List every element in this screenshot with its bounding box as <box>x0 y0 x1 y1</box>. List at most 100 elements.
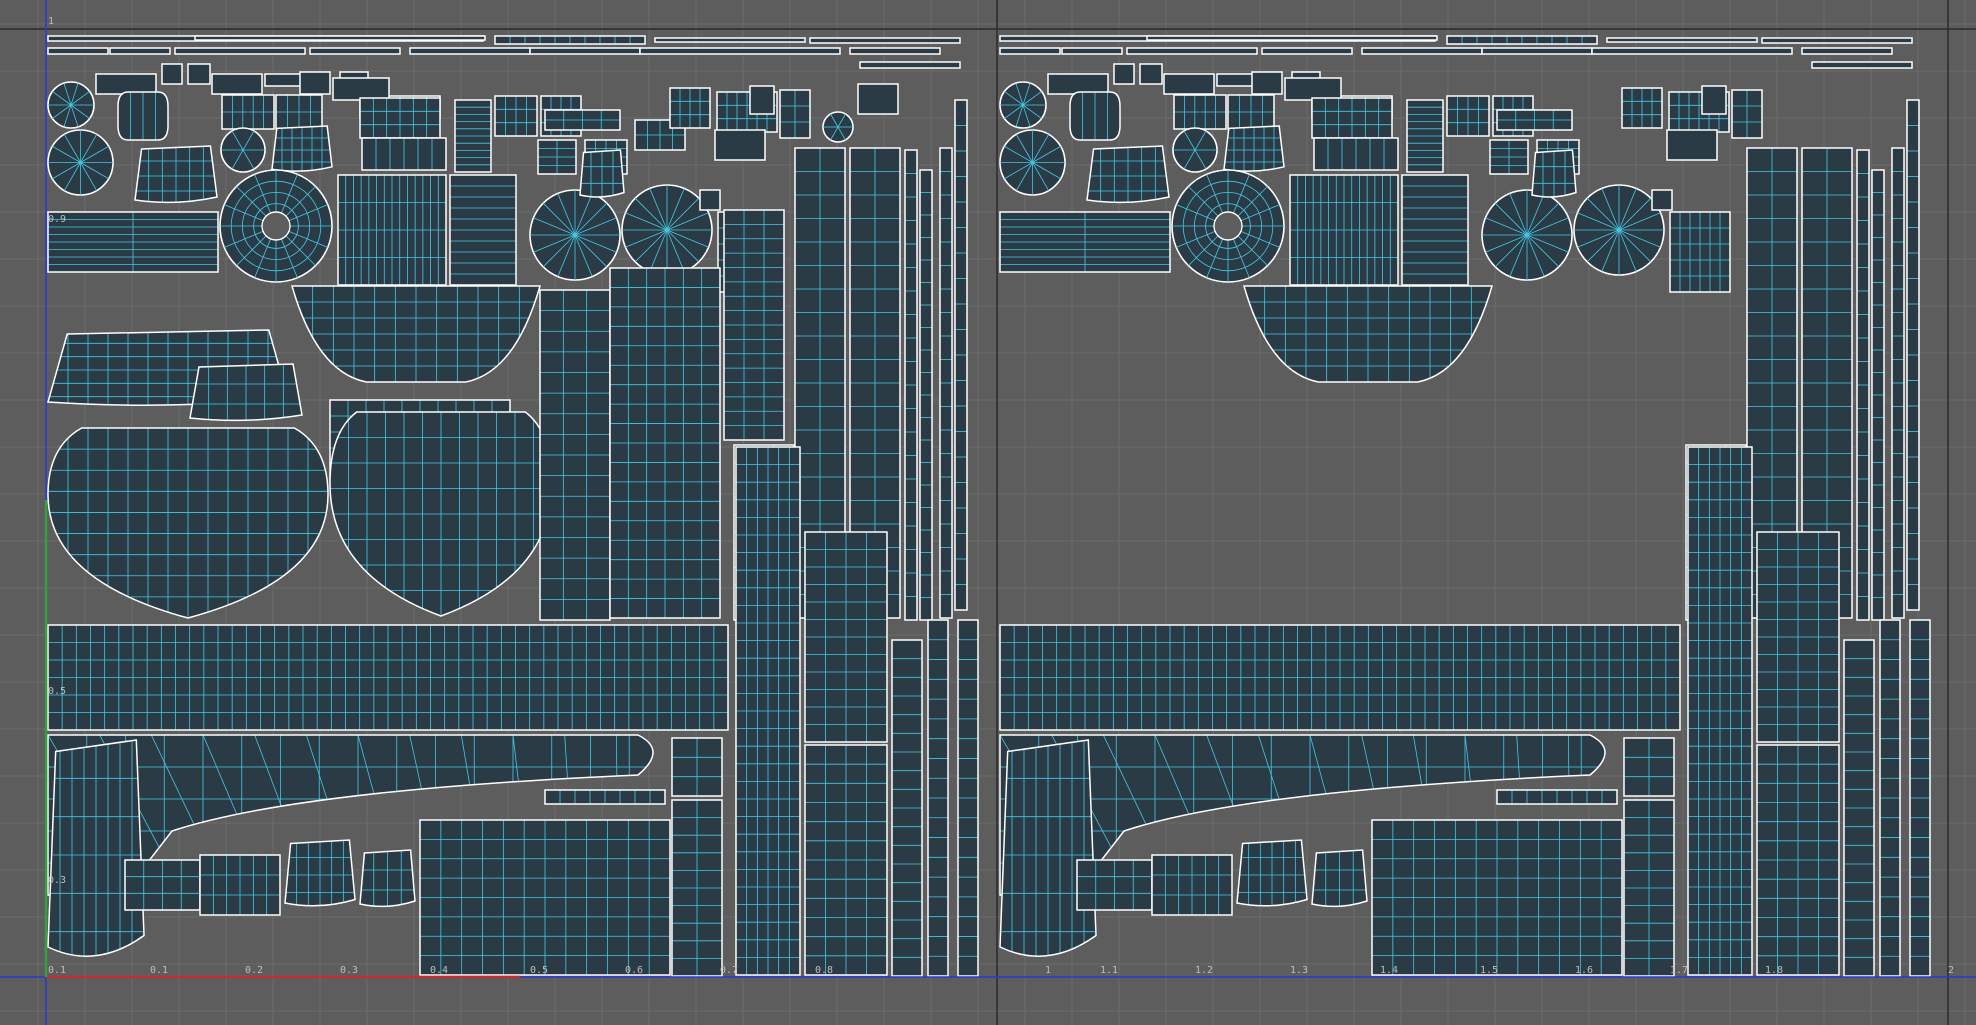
shell-34[interactable] <box>544 109 621 131</box>
shell-b50[interactable] <box>1401 174 1469 286</box>
shell-26[interactable] <box>220 127 266 173</box>
shell-69[interactable] <box>919 169 933 621</box>
shell-fill[interactable] <box>188 64 210 84</box>
shell-27[interactable] <box>271 125 333 174</box>
shell-b42[interactable] <box>1731 89 1763 139</box>
shell-45[interactable] <box>47 129 114 196</box>
shell-b79[interactable] <box>1843 639 1875 977</box>
shell-fill[interactable] <box>310 48 400 54</box>
shell-b82[interactable] <box>999 739 1097 970</box>
shell-8[interactable] <box>309 47 401 55</box>
shell-47[interactable] <box>47 211 219 273</box>
shell-b34[interactable] <box>1496 109 1573 131</box>
shell-fill[interactable] <box>1217 74 1257 86</box>
shell-48[interactable] <box>219 169 333 283</box>
shell-63[interactable] <box>609 267 721 619</box>
shell-51[interactable] <box>529 189 621 281</box>
shell-b5[interactable] <box>999 47 1061 55</box>
shell-b27[interactable] <box>1223 125 1285 174</box>
shell-b2[interactable] <box>1446 35 1598 45</box>
shell-2[interactable] <box>494 35 646 45</box>
shell-fill[interactable] <box>1127 48 1257 54</box>
shell-62[interactable] <box>539 289 611 621</box>
shell-78[interactable] <box>804 744 888 976</box>
shell-81[interactable] <box>957 619 979 977</box>
shell-fill[interactable] <box>333 78 389 100</box>
shell-fill[interactable] <box>1802 48 1892 54</box>
shell-b6[interactable] <box>1061 47 1123 55</box>
shell-b38[interactable] <box>1621 87 1663 129</box>
shell-29[interactable] <box>359 97 441 139</box>
shell-70[interactable] <box>939 147 953 619</box>
shell-80[interactable] <box>927 619 949 977</box>
shell-17[interactable] <box>161 63 183 85</box>
shell-56[interactable] <box>291 285 541 383</box>
shell-b84[interactable] <box>1151 854 1233 916</box>
shell-b76[interactable] <box>1687 446 1753 976</box>
shell-fill[interactable] <box>1667 130 1717 160</box>
shell-b10[interactable] <box>1481 47 1593 55</box>
shell-b11[interactable] <box>1591 47 1793 55</box>
shell-25[interactable] <box>275 94 323 130</box>
shell-16[interactable] <box>117 91 169 141</box>
shell-21[interactable] <box>299 71 331 95</box>
shell-b70[interactable] <box>1891 147 1905 619</box>
shell-fill[interactable] <box>1140 64 1162 84</box>
shell-b85[interactable] <box>1236 839 1308 910</box>
shell-b56[interactable] <box>1243 285 1493 383</box>
shell-fill[interactable] <box>1062 48 1122 54</box>
shell-fill[interactable] <box>1164 74 1214 94</box>
shell-54[interactable] <box>699 189 721 211</box>
shell-38[interactable] <box>669 87 711 129</box>
shell-b52[interactable] <box>1573 184 1665 276</box>
shell-b88[interactable] <box>1496 789 1618 805</box>
shell-11[interactable] <box>639 47 841 55</box>
shell-fill[interactable] <box>750 86 774 114</box>
shell-b4[interactable] <box>1761 37 1913 44</box>
shell-b75[interactable] <box>1623 799 1675 977</box>
shell-fill[interactable] <box>700 190 720 210</box>
shell-12[interactable] <box>849 47 941 55</box>
shell-68[interactable] <box>904 149 918 621</box>
shell-b29[interactable] <box>1311 97 1393 139</box>
shell-b54[interactable] <box>1651 189 1673 211</box>
shell-fill[interactable] <box>858 84 898 114</box>
shell-b18[interactable] <box>1139 63 1163 85</box>
shell-b8[interactable] <box>1261 47 1353 55</box>
shell-72[interactable] <box>47 624 729 731</box>
uv-editor-viewport[interactable]: 0.1 0.2 0.3 0.4 0.5 0.6 0.7 0.8 1 1.1 1.2 1.3 1.4 1.5… <box>0 0 1976 1025</box>
shell-b87[interactable] <box>1371 819 1623 976</box>
shell-b24[interactable] <box>1173 94 1227 130</box>
shell-b32[interactable] <box>1446 95 1490 137</box>
shell-fill[interactable] <box>1362 48 1482 54</box>
shell-hole[interactable] <box>261 211 291 241</box>
shell-58[interactable] <box>189 363 303 424</box>
shell-30[interactable] <box>361 137 447 171</box>
shell-fill[interactable] <box>850 48 940 54</box>
shell-43[interactable] <box>822 111 854 143</box>
shell-b55[interactable] <box>1669 211 1731 293</box>
shell-b16[interactable] <box>1069 91 1121 141</box>
shell-49[interactable] <box>337 174 447 286</box>
shell-fill[interactable] <box>1652 190 1672 210</box>
shell-fill[interactable] <box>300 72 330 94</box>
shell-18[interactable] <box>187 63 211 85</box>
shell-fill[interactable] <box>212 74 262 94</box>
shell-fill[interactable] <box>162 64 182 84</box>
shell-42[interactable] <box>779 89 811 139</box>
shell-84[interactable] <box>199 854 281 916</box>
shell-b80[interactable] <box>1879 619 1901 977</box>
shell-24[interactable] <box>221 94 275 130</box>
shell-64[interactable] <box>723 209 785 441</box>
shell-fill[interactable] <box>1592 48 1792 54</box>
shell-85[interactable] <box>284 839 356 910</box>
shell-3[interactable] <box>654 37 806 43</box>
shell-5[interactable] <box>47 47 109 55</box>
shell-b78[interactable] <box>1756 744 1840 976</box>
uv-canvas[interactable] <box>0 0 1976 1025</box>
shell-75[interactable] <box>671 799 723 977</box>
shell-fill[interactable] <box>640 48 840 54</box>
shell-40[interactable] <box>714 129 766 161</box>
shell-6[interactable] <box>109 47 171 55</box>
shell-fill[interactable] <box>410 48 530 54</box>
